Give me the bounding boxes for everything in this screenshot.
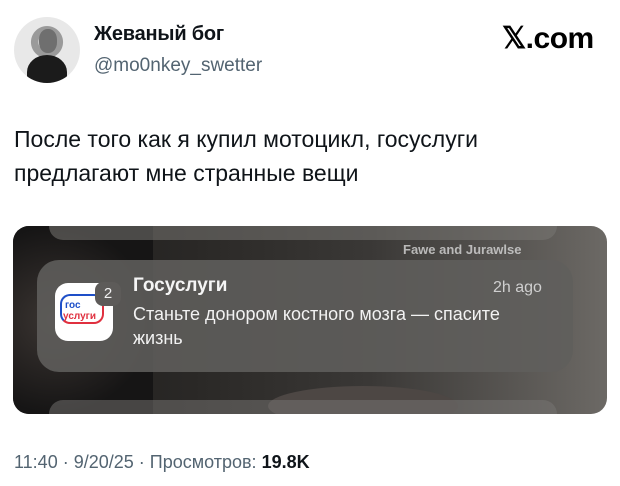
tweet-date[interactable]: 9/20/25 — [74, 452, 134, 472]
views-count[interactable]: 19.8K — [262, 452, 310, 472]
meta-separator: · — [57, 452, 74, 472]
avatar[interactable] — [14, 17, 80, 83]
push-notification[interactable]: гос услуги 2 Госуслуги 2h ago Станьте до… — [37, 260, 573, 372]
meta-separator: · — [133, 452, 150, 472]
avatar-body — [27, 55, 67, 83]
notification-app-name: Госуслуги — [133, 275, 228, 296]
notification-count-badge: 2 — [95, 282, 121, 306]
notification-stack-bottom — [49, 400, 557, 414]
icon-text-uslugi: услуги — [63, 311, 96, 322]
views-label: Просмотров: — [149, 452, 262, 472]
tweet-text: После того как я купил мотоцикл, госуслу… — [14, 126, 478, 186]
icon-text-gos: гос — [65, 300, 81, 311]
notification-stack-top — [49, 226, 557, 240]
author-handle[interactable]: @mo0nkey_swetter — [94, 55, 262, 77]
tweet-time[interactable]: 11:40 — [14, 452, 58, 472]
avatar-head — [39, 29, 57, 53]
tweet-meta: 11:40 · 9/20/25 · Просмотров: 19.8K — [14, 452, 310, 473]
notification-body: Станьте донором костного мозга — спасите… — [133, 304, 500, 348]
attached-screenshot[interactable]: Fawe and Jurawlse гос услуги 2 Госуслуги… — [13, 226, 607, 414]
background-caption: Fawe and Jurawlse — [403, 242, 522, 257]
author-display-name[interactable]: Жеваный бог — [94, 23, 224, 46]
notification-time: 2h ago — [493, 279, 542, 296]
x-logo: 𝕏.com — [502, 22, 594, 55]
